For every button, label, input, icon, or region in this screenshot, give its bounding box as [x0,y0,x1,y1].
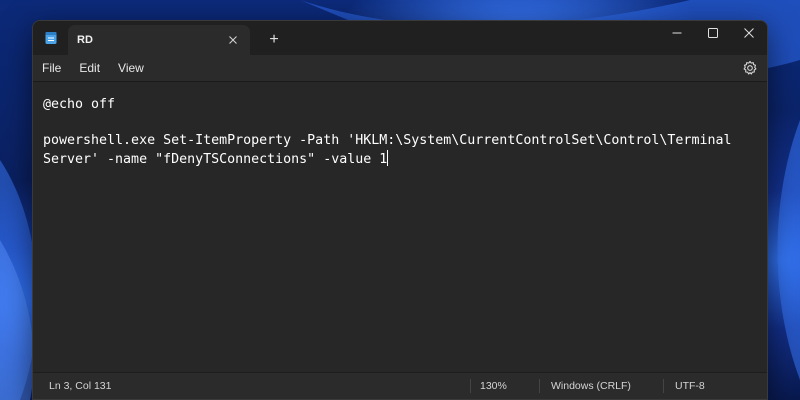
status-divider [663,379,664,393]
editor-line-3: powershell.exe Set-ItemProperty -Path 'H… [43,133,732,148]
maximize-button[interactable] [695,21,731,45]
encoding: UTF-8 [675,380,705,392]
tab-rd[interactable]: RD [68,25,250,55]
gear-icon[interactable] [742,60,758,76]
minimize-button[interactable] [659,21,695,45]
title-bar[interactable]: RD + [33,21,767,55]
plus-icon: + [269,31,279,48]
close-icon[interactable] [225,32,241,48]
minimize-icon [672,32,682,34]
editor-line-4: Server' -name "fDenyTSConnections" -valu… [43,152,388,167]
text-editor[interactable]: @echo off powershell.exe Set-ItemProperty… [33,81,767,372]
status-divider [470,379,471,393]
menu-bar: File Edit View [33,55,767,81]
menu-file[interactable]: File [33,55,70,81]
editor-line-1: @echo off [43,97,116,112]
line-ending: Windows (CRLF) [551,380,631,392]
editor-line-2 [43,114,757,132]
menu-edit[interactable]: Edit [70,55,109,81]
maximize-icon [708,28,718,38]
tab-title: RD [77,34,93,46]
status-divider [539,379,540,393]
cursor-position: Ln 3, Col 131 [49,380,112,392]
zoom-level: 130% [480,380,507,392]
close-icon [744,28,754,38]
close-window-button[interactable] [731,21,767,45]
notepad-icon [44,31,58,45]
text-caret [387,150,389,166]
notepad-window: RD + File Edit View @echo off powershell… [32,20,768,400]
status-bar: Ln 3, Col 131 130% Windows (CRLF) UTF-8 [33,372,767,399]
new-tab-button[interactable]: + [262,28,286,52]
editor-line-4-wrap: Server' -name "fDenyTSConnections" -valu… [43,150,757,168]
menu-view[interactable]: View [109,55,153,81]
caption-buttons [659,21,767,45]
